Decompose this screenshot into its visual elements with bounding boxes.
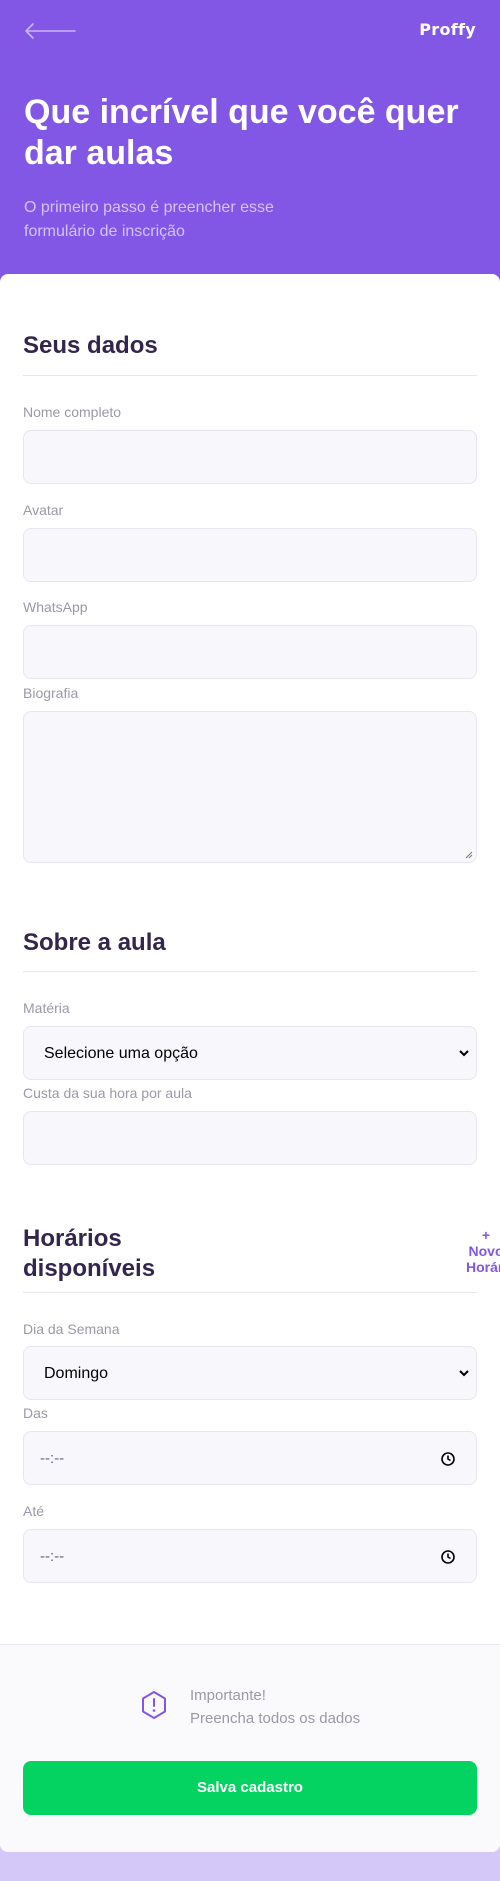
- warning-icon: [142, 1691, 166, 1719]
- avatar-input[interactable]: [23, 528, 477, 582]
- add-label-2: Horário: [466, 1259, 500, 1275]
- subject-select-value: Selecione uma opção: [44, 1045, 198, 1062]
- subject-select[interactable]: Selecione uma opção: [23, 1026, 477, 1080]
- subject-label: Matéria: [23, 1000, 70, 1016]
- cost-label: Custa da sua hora por aula: [23, 1085, 192, 1101]
- to-label: Até: [23, 1503, 45, 1519]
- warning-title: Importante!: [190, 1687, 266, 1704]
- add-schedule-button[interactable]: + Novo Horário: [466, 1227, 500, 1275]
- from-label: Das: [23, 1405, 48, 1421]
- to-time-input[interactable]: --:--: [23, 1529, 477, 1583]
- chevron-down-icon: [459, 1050, 469, 1057]
- cost-input[interactable]: [23, 1111, 477, 1165]
- back-button[interactable]: [24, 22, 76, 40]
- weekday-select[interactable]: Domingo: [23, 1346, 477, 1400]
- section-divider: [23, 375, 477, 376]
- avatar-label: Avatar: [23, 502, 64, 518]
- form-card: Seus dados Nome completo Avatar WhatsApp…: [0, 274, 500, 1852]
- whatsapp-label: WhatsApp: [23, 599, 88, 615]
- clock-icon[interactable]: [440, 1549, 456, 1565]
- name-label: Nome completo: [23, 404, 122, 420]
- from-time-input[interactable]: --:--: [23, 1431, 477, 1485]
- arrow-left-icon: [25, 23, 76, 39]
- page-header: Proffy Que incrível que você quer dar au…: [0, 0, 500, 300]
- page-subtitle: O primeiro passo é preencher esse formul…: [24, 199, 274, 240]
- section-divider: [23, 1292, 477, 1293]
- chevron-down-icon: [459, 1370, 469, 1377]
- schedule-title-line2: disponíveis: [23, 1255, 156, 1282]
- weekday-select-value: Domingo: [44, 1365, 109, 1382]
- bio-textarea[interactable]: [23, 711, 477, 863]
- from-time-value: --:--: [40, 1450, 65, 1467]
- add-label-1: Novo: [468, 1243, 500, 1259]
- form-footer: Importante! Preencha todos os dados Salv…: [0, 1644, 500, 1852]
- schedule-title-line1: Horários: [23, 1225, 122, 1252]
- bio-label: Biografia: [23, 685, 79, 701]
- brand-logo: Proffy: [419, 20, 476, 39]
- clock-icon[interactable]: [440, 1451, 456, 1467]
- add-plus: +: [481, 1227, 491, 1243]
- page-title: Que incrível que você quer dar aulas: [24, 93, 459, 172]
- weekday-label: Dia da Semana: [23, 1321, 120, 1337]
- save-button[interactable]: Salva cadastro: [23, 1761, 477, 1815]
- resize-grip-icon[interactable]: [464, 850, 473, 859]
- warning-text: Preencha todos os dados: [190, 1710, 361, 1727]
- name-input[interactable]: [23, 430, 477, 484]
- section-title-class: Sobre a aula: [23, 929, 166, 956]
- section-divider: [23, 971, 477, 972]
- whatsapp-input[interactable]: [23, 625, 477, 679]
- section-title-personal: Seus dados: [23, 332, 158, 359]
- section-title-schedule: Horários disponíveis: [23, 1224, 155, 1284]
- to-time-value: --:--: [40, 1548, 65, 1565]
